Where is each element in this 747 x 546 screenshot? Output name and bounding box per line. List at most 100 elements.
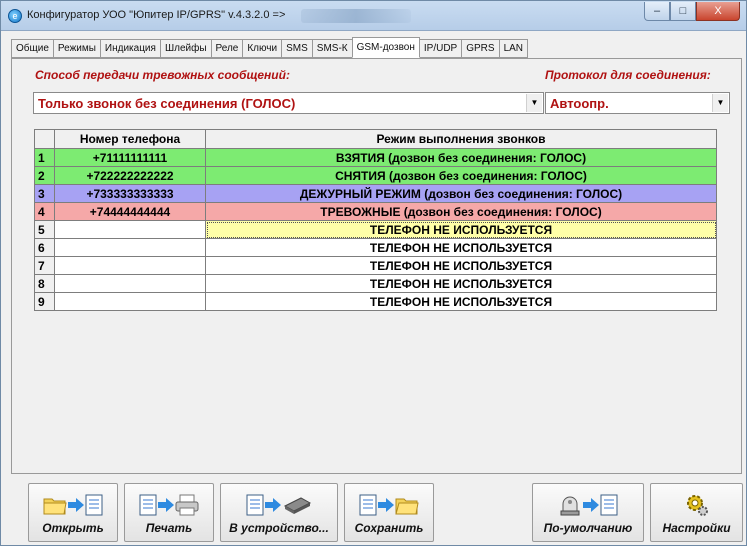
protocol-label: Протокол для соединения: xyxy=(545,68,711,82)
open-button-label: Открыть xyxy=(42,521,104,535)
close-button[interactable]: X xyxy=(696,2,740,21)
tab-strip: Общие Режимы Индикация Шлейфы Реле Ключи… xyxy=(11,37,529,59)
defaults-button-label: По-умолчанию xyxy=(543,521,633,535)
print-button-label: Печать xyxy=(145,521,193,535)
printer-icon xyxy=(175,494,199,516)
print-button[interactable]: Печать xyxy=(124,483,214,542)
chevron-down-icon[interactable]: ▼ xyxy=(712,94,728,112)
settings-button-label: Настройки xyxy=(662,521,731,535)
tab-lan[interactable]: LAN xyxy=(498,39,529,58)
row-index: 4 xyxy=(34,202,55,221)
chevron-down-icon[interactable]: ▼ xyxy=(526,94,542,112)
save-button-label: Сохранить xyxy=(354,521,424,535)
table-row[interactable]: 3 +733333333333 ДЕЖУРНЫЙ РЕЖИМ (дозвон без… xyxy=(34,184,717,203)
settings-button[interactable]: Настройки xyxy=(650,483,743,542)
arrow-right-icon xyxy=(265,498,281,512)
transfer-method-label: Способ передачи тревожных сообщений: xyxy=(35,68,290,82)
document-icon xyxy=(359,494,377,516)
gear-icon xyxy=(686,495,708,516)
save-button[interactable]: Сохранить xyxy=(344,483,434,542)
phone-number-cell[interactable]: +74444444444 xyxy=(54,202,206,221)
phone-number-cell[interactable]: +722222222222 xyxy=(54,166,206,185)
row-index: 2 xyxy=(34,166,55,185)
alarm-bell-icon xyxy=(560,496,580,516)
call-mode-cell[interactable]: ТЕЛЕФОН НЕ ИСПОЛЬЗУЕТСЯ xyxy=(205,220,717,239)
call-mode-cell[interactable]: ВЗЯТИЯ (дозвон без соединения: ГОЛОС) xyxy=(205,148,717,167)
tab-gsm-dial[interactable]: GSM-дозвон xyxy=(351,37,420,58)
table-row[interactable]: 4 +74444444444 ТРЕВОЖНЫЕ (дозвон без соеди… xyxy=(34,202,717,221)
arrow-right-icon xyxy=(68,498,84,512)
tab-ip-udp[interactable]: IP/UDP xyxy=(418,39,463,58)
row-index: 3 xyxy=(34,184,55,203)
tab-indication[interactable]: Индикация xyxy=(99,39,161,58)
document-icon xyxy=(600,494,618,516)
tab-loops[interactable]: Шлейфы xyxy=(159,39,212,58)
open-button[interactable]: Открыть xyxy=(28,483,118,542)
phone-number-cell[interactable] xyxy=(54,238,206,257)
app-window: e Конфигуратор УОО "Юпитер IP/GPRS" v.4.… xyxy=(0,0,747,546)
table-row[interactable]: 8 ТЕЛЕФОН НЕ ИСПОЛЬЗУЕТСЯ xyxy=(34,274,717,293)
app-icon: e xyxy=(8,9,22,23)
arrow-right-icon xyxy=(378,498,394,512)
folder-icon xyxy=(395,498,419,515)
document-icon xyxy=(85,494,103,516)
title-bar[interactable]: e Конфигуратор УОО "Юпитер IP/GPRS" v.4.… xyxy=(1,1,746,31)
tab-keys[interactable]: Ключи xyxy=(242,39,283,58)
table-row[interactable]: 5 ТЕЛЕФОН НЕ ИСПОЛЬЗУЕТСЯ xyxy=(34,220,717,239)
call-mode-cell[interactable]: ТЕЛЕФОН НЕ ИСПОЛЬЗУЕТСЯ xyxy=(205,274,717,293)
tab-sms-k[interactable]: SMS-К xyxy=(311,39,353,58)
call-mode-cell[interactable]: ТЕЛЕФОН НЕ ИСПОЛЬЗУЕТСЯ xyxy=(205,292,717,311)
maximize-button[interactable]: □ xyxy=(670,2,696,21)
phone-number-cell[interactable]: +733333333333 xyxy=(54,184,206,203)
document-icon xyxy=(246,494,264,516)
tab-gprs[interactable]: GPRS xyxy=(461,39,500,58)
title-blur xyxy=(301,9,411,23)
tab-relay[interactable]: Реле xyxy=(210,39,244,58)
phone-number-cell[interactable] xyxy=(54,256,206,275)
tab-sms[interactable]: SMS xyxy=(281,39,313,58)
call-mode-cell[interactable]: СНЯТИЯ (дозвон без соединения: ГОЛОС) xyxy=(205,166,717,185)
protocol-select[interactable]: Автоопр. ▼ xyxy=(545,92,730,114)
arrow-right-icon xyxy=(583,498,599,512)
tab-modes[interactable]: Режимы xyxy=(52,39,101,58)
document-icon xyxy=(139,494,157,516)
call-mode-cell[interactable]: ДЕЖУРНЫЙ РЕЖИМ (дозвон без соединения: Г… xyxy=(205,184,717,203)
column-header-phone: Номер телефона xyxy=(54,129,206,149)
table-row[interactable]: 9 ТЕЛЕФОН НЕ ИСПОЛЬЗУЕТСЯ xyxy=(34,292,717,311)
row-index: 9 xyxy=(34,292,55,311)
to-device-button-label: В устройство... xyxy=(229,521,329,535)
phone-number-cell[interactable]: +71111111111 xyxy=(54,148,206,167)
protocol-value: Автоопр. xyxy=(550,96,609,111)
defaults-button[interactable]: По-умолчанию xyxy=(532,483,644,542)
transfer-method-select[interactable]: Только звонок без соединения (ГОЛОС) ▼ xyxy=(33,92,544,114)
row-index: 5 xyxy=(34,220,55,239)
column-header-index xyxy=(34,129,55,149)
row-index: 7 xyxy=(34,256,55,275)
row-index: 8 xyxy=(34,274,55,293)
call-mode-cell[interactable]: ТРЕВОЖНЫЕ (дозвон без соединения: ГОЛОС) xyxy=(205,202,717,221)
phone-number-cell[interactable] xyxy=(54,292,206,311)
table-row[interactable]: 6 ТЕЛЕФОН НЕ ИСПОЛЬЗУЕТСЯ xyxy=(34,238,717,257)
transfer-method-value: Только звонок без соединения (ГОЛОС) xyxy=(38,96,296,111)
arrow-right-icon xyxy=(158,498,174,512)
chip-icon xyxy=(283,497,312,514)
table-row[interactable]: 1 +71111111111 ВЗЯТИЯ (дозвон без соединен… xyxy=(34,148,717,167)
phone-table: Номер телефона Режим выполнения звонков … xyxy=(34,129,717,311)
column-header-mode: Режим выполнения звонков xyxy=(205,129,717,149)
call-mode-cell[interactable]: ТЕЛЕФОН НЕ ИСПОЛЬЗУЕТСЯ xyxy=(205,238,717,257)
tab-general[interactable]: Общие xyxy=(11,39,54,58)
phone-number-cell[interactable] xyxy=(54,274,206,293)
table-header-row: Номер телефона Режим выполнения звонков xyxy=(34,129,717,149)
gsm-dial-panel: Способ передачи тревожных сообщений: Про… xyxy=(11,58,742,474)
phone-table-body: 1 +71111111111 ВЗЯТИЯ (дозвон без соединен… xyxy=(34,148,717,311)
phone-number-cell[interactable] xyxy=(54,220,206,239)
row-index: 6 xyxy=(34,238,55,257)
call-mode-cell[interactable]: ТЕЛЕФОН НЕ ИСПОЛЬЗУЕТСЯ xyxy=(205,256,717,275)
window-title: Конфигуратор УОО "Юпитер IP/GPRS" v.4.3.… xyxy=(27,9,286,21)
minimize-button[interactable]: – xyxy=(644,2,670,21)
table-row[interactable]: 7 ТЕЛЕФОН НЕ ИСПОЛЬЗУЕТСЯ xyxy=(34,256,717,275)
table-row[interactable]: 2 +722222222222 СНЯТИЯ (дозвон без соедине… xyxy=(34,166,717,185)
to-device-button[interactable]: В устройство... xyxy=(220,483,338,542)
row-index: 1 xyxy=(34,148,55,167)
folder-icon xyxy=(43,498,67,515)
